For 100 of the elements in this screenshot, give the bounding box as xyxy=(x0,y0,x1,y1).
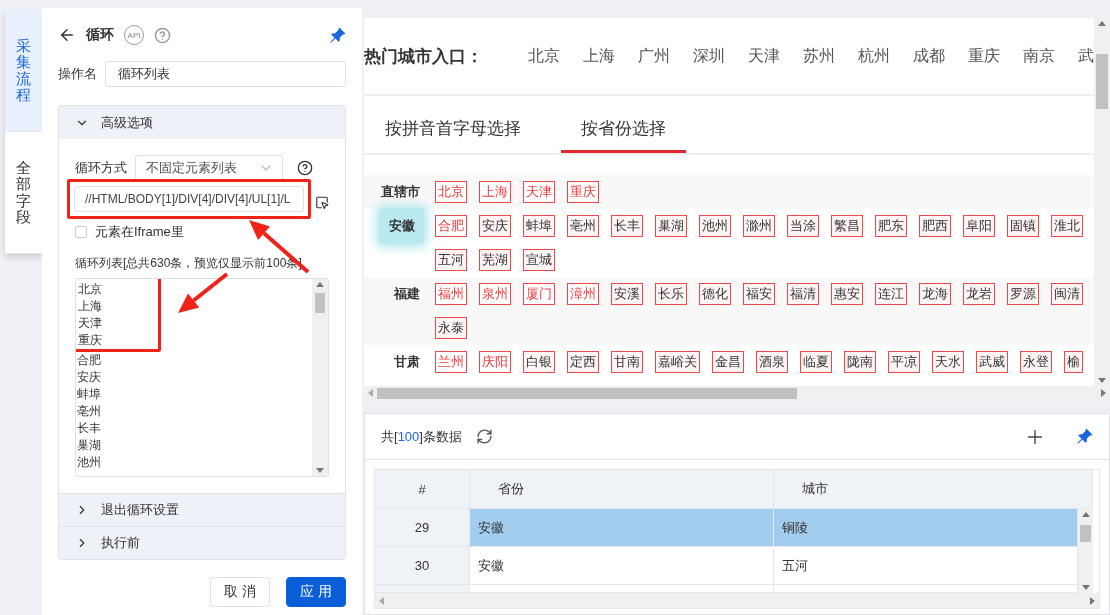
city-link[interactable]: 武 xyxy=(1078,45,1094,67)
city-link[interactable]: 南京 xyxy=(1023,45,1055,67)
city-tag[interactable]: 安溪 xyxy=(611,283,643,305)
city-tag[interactable]: 天津 xyxy=(523,181,555,203)
city-tag[interactable]: 惠安 xyxy=(831,283,863,305)
section-header[interactable]: 退出循环设置 xyxy=(59,493,345,526)
list-item: 天津 xyxy=(78,315,103,332)
city-tag[interactable]: 连江 xyxy=(875,283,907,305)
list-item: 蚌埠 xyxy=(77,386,102,403)
city-tag[interactable]: 滁州 xyxy=(743,215,775,237)
column-header: # xyxy=(375,470,470,509)
city-tag[interactable]: 闽清 xyxy=(1051,283,1083,305)
record-count: 共[100]条数据 xyxy=(381,427,462,446)
city-tag[interactable]: 陇南 xyxy=(844,351,876,373)
list-item: 长丰 xyxy=(77,420,102,437)
city-tag[interactable]: 长丰 xyxy=(611,215,643,237)
city-link[interactable]: 深圳 xyxy=(693,45,725,67)
city-link[interactable]: 天津 xyxy=(748,45,780,67)
list-item: 池州 xyxy=(77,454,102,471)
city-tag[interactable]: 永泰 xyxy=(435,317,467,339)
city-tag[interactable]: 临夏 xyxy=(800,351,832,373)
city-tag[interactable]: 巢湖 xyxy=(655,215,687,237)
city-tag[interactable]: 阜阳 xyxy=(963,215,995,237)
list-item: 重庆 xyxy=(78,332,103,349)
city-tag[interactable]: 福安 xyxy=(743,283,775,305)
table-cell: 29 xyxy=(375,509,470,548)
city-tag[interactable]: 繁昌 xyxy=(831,215,863,237)
city-tag[interactable]: 厦门 xyxy=(523,283,555,305)
city-tag[interactable]: 罗源 xyxy=(1007,283,1039,305)
city-link[interactable]: 上海 xyxy=(583,45,615,67)
tab[interactable]: 按拼音首字母选择 xyxy=(385,117,541,153)
city-tag[interactable]: 榆 xyxy=(1064,351,1083,373)
city-tag[interactable]: 池州 xyxy=(699,215,731,237)
city-tag[interactable]: 上海 xyxy=(479,181,511,203)
city-tag[interactable]: 酒泉 xyxy=(756,351,788,373)
city-tag[interactable]: 甘南 xyxy=(611,351,643,373)
city-link[interactable]: 苏州 xyxy=(803,45,835,67)
cancel-button[interactable]: 取 消 xyxy=(210,577,270,607)
city-link[interactable]: 成都 xyxy=(913,45,945,67)
city-tag[interactable]: 金昌 xyxy=(712,351,744,373)
side-tab[interactable]: 采集流程 xyxy=(5,10,42,132)
city-tag[interactable]: 龙海 xyxy=(919,283,951,305)
list-item: 北京 xyxy=(78,281,103,298)
tab[interactable]: 按省份选择 xyxy=(561,117,686,153)
city-tag[interactable]: 漳州 xyxy=(567,283,599,305)
city-tag[interactable]: 固镇 xyxy=(1007,215,1039,237)
city-tag[interactable]: 平凉 xyxy=(888,351,920,373)
city-tag[interactable]: 芜湖 xyxy=(479,249,511,271)
column-header: 省份 xyxy=(470,470,774,509)
back-icon[interactable] xyxy=(58,26,76,44)
city-tag[interactable]: 五河 xyxy=(435,249,467,271)
province-name: 甘肃 xyxy=(393,353,421,371)
pin-icon[interactable] xyxy=(1076,428,1093,445)
city-tag[interactable]: 福州 xyxy=(435,283,467,305)
table-cell: 30 xyxy=(375,547,470,586)
panel-title: 循环 xyxy=(86,26,114,44)
pin-icon[interactable] xyxy=(329,26,346,44)
city-tag[interactable]: 亳州 xyxy=(567,215,599,237)
checkbox[interactable] xyxy=(75,226,87,238)
list-item: 亳州 xyxy=(77,403,102,420)
city-tag[interactable]: 淮北 xyxy=(1051,215,1083,237)
list-item: 巢湖 xyxy=(77,437,102,454)
city-tag[interactable]: 合肥 xyxy=(435,215,467,237)
side-tab[interactable]: 全部字段 xyxy=(5,132,42,254)
loop-mode-select[interactable]: 不固定元素列表 xyxy=(135,155,283,181)
city-link[interactable]: 杭州 xyxy=(858,45,890,67)
operation-name-field[interactable]: 循环列表 xyxy=(105,61,346,87)
city-tag[interactable]: 北京 xyxy=(435,181,467,203)
city-tag[interactable]: 白银 xyxy=(523,351,555,373)
city-tag[interactable]: 蚌埠 xyxy=(523,215,555,237)
city-link[interactable]: 重庆 xyxy=(968,45,1000,67)
apply-button[interactable]: 应 用 xyxy=(286,577,346,607)
city-tag[interactable]: 长乐 xyxy=(655,283,687,305)
city-tag[interactable]: 嘉峪关 xyxy=(655,351,700,373)
xpath-field[interactable]: //HTML/BODY[1]/DIV[4]/DIV[4]/UL[1]/L xyxy=(74,186,304,212)
city-tag[interactable]: 宣城 xyxy=(523,249,555,271)
city-tag[interactable]: 福清 xyxy=(787,283,819,305)
city-tag[interactable]: 泉州 xyxy=(479,283,511,305)
city-tag[interactable]: 肥西 xyxy=(919,215,951,237)
city-tag[interactable]: 重庆 xyxy=(567,181,599,203)
city-tag[interactable]: 德化 xyxy=(699,283,731,305)
city-tag[interactable]: 安庆 xyxy=(479,215,511,237)
city-tag[interactable]: 当涂 xyxy=(787,215,819,237)
city-link[interactable]: 广州 xyxy=(638,45,670,67)
city-tag[interactable]: 永登 xyxy=(1020,351,1052,373)
city-tag[interactable]: 定西 xyxy=(567,351,599,373)
province-name: 直辖市 xyxy=(380,183,421,201)
table-cell: 安徽 xyxy=(470,547,774,586)
element-picker-icon[interactable] xyxy=(315,194,329,210)
city-tag[interactable]: 武威 xyxy=(976,351,1008,373)
city-tag[interactable]: 肥东 xyxy=(875,215,907,237)
refresh-icon[interactable] xyxy=(475,428,493,445)
city-tag[interactable]: 龙岩 xyxy=(963,283,995,305)
section-header[interactable]: 高级选项 xyxy=(59,106,345,139)
city-link[interactable]: 北京 xyxy=(528,45,560,67)
help-icon[interactable] xyxy=(297,160,313,176)
city-tag[interactable]: 兰州 xyxy=(435,351,467,373)
section-header[interactable]: 执行前 xyxy=(59,526,345,559)
city-tag[interactable]: 天水 xyxy=(932,351,964,373)
city-tag[interactable]: 庆阳 xyxy=(479,351,511,373)
